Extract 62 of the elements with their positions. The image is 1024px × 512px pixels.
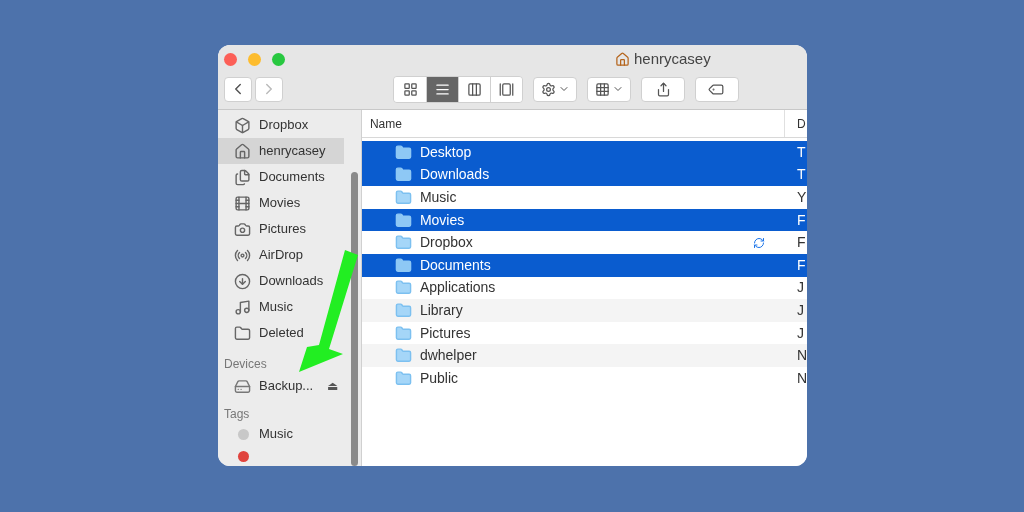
box-icon (234, 116, 251, 134)
sidebar-item[interactable]: Pictures (218, 216, 308, 242)
folder-icon (394, 211, 412, 229)
close-button[interactable] (224, 52, 237, 66)
share-button[interactable] (641, 76, 685, 102)
settings-icon (540, 81, 556, 97)
folder-icon (394, 166, 412, 184)
folder-icon (394, 234, 412, 252)
documents-icon (234, 168, 251, 186)
home-icon (615, 51, 630, 67)
file-row[interactable]: Desktop T (361, 141, 807, 164)
column-header[interactable]: Name (361, 110, 785, 137)
view-button[interactable] (490, 76, 522, 102)
columns-icon (467, 81, 482, 97)
grid-icon (402, 81, 418, 97)
tag-button[interactable] (695, 76, 739, 102)
list-icon (435, 81, 450, 97)
sidebar-item[interactable]: AirDrop (218, 242, 306, 268)
section-heading: Tags (223, 406, 250, 423)
folder-icon (394, 279, 412, 297)
film-icon (234, 194, 251, 212)
gallery-icon (499, 81, 514, 97)
sidebar-item[interactable]: Backup... (259, 376, 314, 396)
sidebar-item[interactable]: Deleted (218, 320, 306, 346)
view-button[interactable] (394, 76, 426, 102)
folder-icon (394, 301, 412, 319)
download-icon (234, 272, 251, 290)
drive-icon (234, 377, 251, 395)
sidebar-item[interactable]: Documents (218, 164, 327, 190)
eject-button[interactable]: ⏏ (327, 377, 339, 395)
share-icon (655, 81, 671, 97)
sidebar-item[interactable]: Music (259, 424, 293, 444)
column-header[interactable]: D (784, 114, 806, 133)
action-button[interactable] (533, 76, 577, 102)
scrollbar[interactable] (350, 172, 358, 466)
sidebar-item[interactable]: Movies (218, 190, 303, 216)
home-icon (234, 142, 251, 160)
view-button[interactable] (426, 76, 458, 102)
file-row[interactable]: Documents F (361, 253, 807, 277)
sidebar-item[interactable]: Dropbox (218, 112, 311, 138)
music-note-icon (234, 298, 251, 316)
section-heading: Devices (223, 356, 267, 373)
file-row[interactable]: dwhelper N (361, 344, 807, 367)
window-title: henrycasey (634, 48, 711, 69)
sidebar-item[interactable]: Downloads (218, 268, 326, 294)
back-button[interactable] (224, 76, 252, 102)
folder-icon (394, 189, 412, 206)
file-row[interactable]: Downloads T (361, 163, 807, 187)
file-row[interactable]: Movies F (361, 208, 807, 232)
folder-icon (234, 324, 251, 342)
sidebar-item[interactable]: henrycasey (218, 138, 344, 164)
folder-icon (394, 369, 412, 387)
group-icon (594, 81, 610, 97)
sidebar-item[interactable]: Music (218, 294, 295, 320)
file-row[interactable]: Library J (361, 299, 807, 322)
folder-icon (394, 143, 412, 161)
group-button[interactable] (587, 76, 631, 102)
view-button[interactable] (458, 76, 490, 102)
folder-icon (394, 256, 412, 274)
camera-icon (234, 220, 251, 238)
folder-icon (394, 347, 412, 365)
folder-icon (394, 324, 412, 342)
